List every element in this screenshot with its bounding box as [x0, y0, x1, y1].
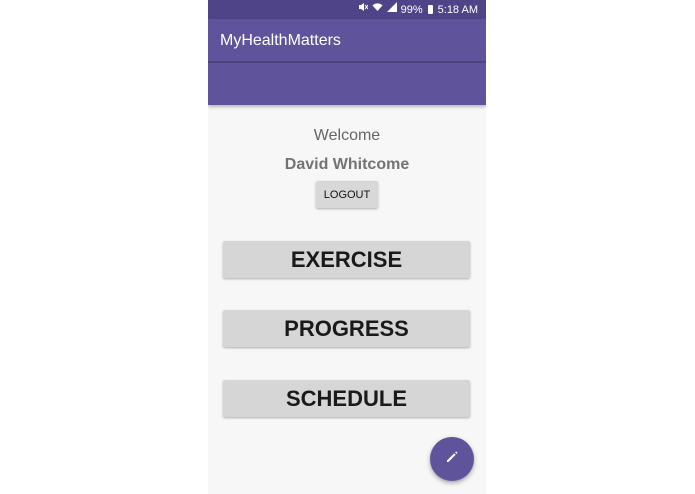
edit-fab-button[interactable]	[430, 437, 474, 481]
status-bar: 99% 5:18 AM	[208, 0, 486, 19]
logout-button[interactable]: LOGOUT	[316, 181, 378, 208]
app-bar-divider	[208, 61, 486, 63]
battery-icon	[427, 5, 433, 14]
user-name: David Whitcome	[284, 156, 410, 173]
app-bar: MyHealthMatters	[208, 19, 486, 105]
schedule-button[interactable]: SCHEDULE	[223, 380, 470, 417]
pencil-icon	[445, 450, 459, 469]
wifi-icon	[372, 0, 383, 19]
welcome-text: Welcome	[313, 127, 381, 144]
battery-percent: 99%	[400, 3, 423, 16]
signal-icon	[386, 0, 397, 19]
mute-icon	[358, 0, 369, 19]
phone-screen: 99% 5:18 AM MyHealthMatters Welcome Davi…	[208, 0, 486, 494]
app-title: MyHealthMatters	[220, 32, 341, 49]
status-time: 5:18 AM	[437, 3, 478, 16]
exercise-button[interactable]: EXERCISE	[223, 241, 470, 278]
progress-button[interactable]: PROGRESS	[223, 310, 470, 347]
